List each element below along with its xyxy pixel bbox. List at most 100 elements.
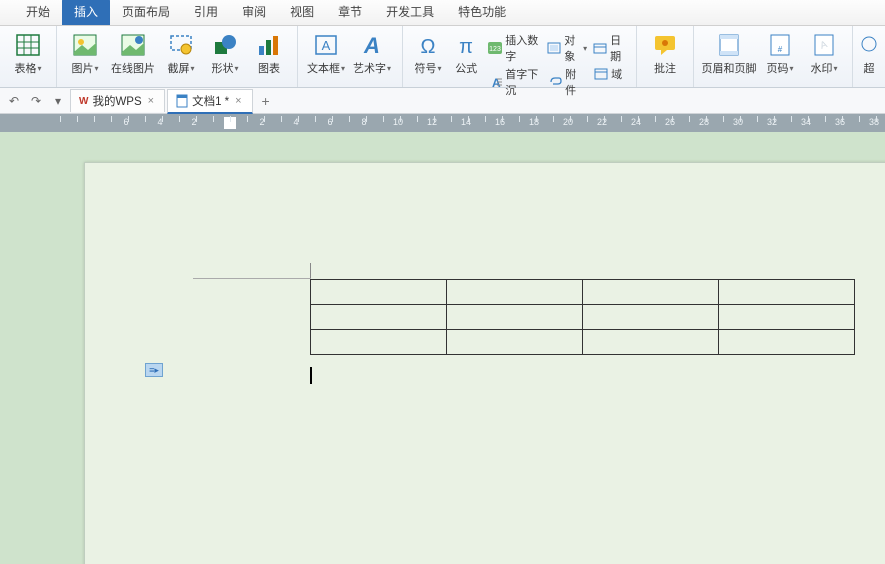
field-label: 域 [611,66,622,82]
chart-icon [256,32,282,58]
chart-label: 图表 [258,60,280,76]
svg-text:123: 123 [489,46,501,53]
more-button[interactable]: 超 [859,30,879,76]
screenshot-icon [168,32,194,58]
table-button[interactable]: 表格▾ [6,30,50,76]
watermark-label: 水印 [810,60,832,76]
chevron-down-icon: ▾ [190,64,194,73]
document-canvas[interactable]: ≡▸ [0,132,885,564]
comment-button[interactable]: 批注 [643,30,687,76]
online-picture-button[interactable]: 在线图片 [107,30,159,76]
chart-button[interactable]: 图表 [247,30,291,76]
textbox-button[interactable]: A 文本框▾ [304,30,348,76]
attachment-button[interactable]: 附件 [544,66,590,98]
menu-tab-view[interactable]: 视图 [278,0,326,25]
paragraph-handle-icon[interactable]: ≡▸ [145,363,163,377]
screenshot-label: 截屏 [167,60,189,76]
symbol-button[interactable]: Ω 符号▾ [409,30,447,76]
table-icon [15,32,41,58]
menu-tab-dev[interactable]: 开发工具 [374,0,446,25]
undo-button[interactable]: ↶ [4,91,24,111]
more-label: 超 [864,60,875,76]
redo-button[interactable]: ↷ [26,91,46,111]
menu-tab-reference[interactable]: 引用 [182,0,230,25]
shape-button[interactable]: 形状▾ [203,30,247,76]
menu-tab-review[interactable]: 审阅 [230,0,278,25]
attachment-label: 附件 [565,66,587,98]
table-row[interactable] [311,280,855,305]
comment-label: 批注 [654,60,676,76]
chevron-down-icon: ▾ [234,64,238,73]
textbox-label: 文本框 [307,60,340,76]
close-icon[interactable]: × [233,95,243,107]
chevron-down-icon: ▾ [833,64,837,73]
menu-tabs: 开始 插入 页面布局 引用 审阅 视图 章节 开发工具 特色功能 [0,0,885,26]
textbox-icon: A [313,32,339,58]
picture-icon [72,32,98,58]
wordart-icon: A [359,32,385,58]
dropcap-button[interactable]: A首字下沉 [485,66,544,98]
wordart-label: 艺术字 [353,60,386,76]
table-row[interactable] [311,330,855,355]
dropdown-button[interactable]: ▾ [48,91,68,111]
svg-text:A: A [322,38,331,53]
table-row[interactable] [311,305,855,330]
doc-tab-mywps[interactable]: W 我的WPS × [70,89,165,112]
chevron-down-icon: ▾ [438,64,442,73]
menu-tab-chapter[interactable]: 章节 [326,0,374,25]
formula-icon: π [453,32,479,58]
date-button[interactable]: 日期 [590,32,630,64]
comment-icon [652,32,678,58]
header-footer-button[interactable]: 页眉和页脚 [700,30,758,76]
formula-button[interactable]: π 公式 [447,30,485,76]
page-number-icon: # [767,32,793,58]
horizontal-ruler[interactable]: 2462468101214161820222426283032343638 [0,114,885,132]
document-page[interactable]: ≡▸ [84,162,885,564]
field-button[interactable]: 域 [590,66,630,82]
watermark-button[interactable]: A 水印▾ [802,30,846,76]
chevron-down-icon: ▾ [341,64,345,73]
page-number-label: 页码 [766,60,788,76]
header-footer-label: 页眉和页脚 [702,60,757,76]
picture-label: 图片 [71,60,93,76]
svg-text:A: A [363,34,380,56]
formula-label: 公式 [455,60,477,76]
shape-icon [212,32,238,58]
number-icon: 123 [488,41,502,56]
doc-tab-doc1-label: 文档1 * [192,93,229,109]
chevron-down-icon: ▾ [37,64,41,73]
object-label: 对象 [564,32,580,64]
close-icon[interactable]: × [146,95,156,107]
doc-tab-doc1[interactable]: 文档1 * × [167,89,253,114]
svg-text:Ω: Ω [421,36,436,56]
object-button[interactable]: 对象▾ [544,32,590,64]
menu-tab-start[interactable]: 开始 [14,0,62,25]
date-label: 日期 [610,32,627,64]
screenshot-button[interactable]: 截屏▾ [159,30,203,76]
new-tab-button[interactable]: + [255,90,277,112]
doc-icon [176,94,188,108]
menu-tab-insert[interactable]: 插入 [62,0,110,25]
page-number-button[interactable]: # 页码▾ [758,30,802,76]
chevron-down-icon: ▾ [583,44,587,53]
picture-button[interactable]: 图片▾ [63,30,107,76]
watermark-icon: A [811,32,837,58]
menu-tab-layout[interactable]: 页面布局 [110,0,182,25]
date-icon [593,41,607,56]
svg-text:π: π [459,36,473,56]
symbol-icon: Ω [415,32,441,58]
document-table[interactable] [310,279,855,355]
ribbon: 表格▾ 图片▾ 在线图片 截屏▾ 形状▾ 图表 A 文本框▾ A [0,26,885,88]
shape-label: 形状 [211,60,233,76]
insert-number-label: 插入数字 [505,32,541,64]
wordart-button[interactable]: A 艺术字▾ [348,30,396,76]
header-footer-icon [716,32,742,58]
dropcap-label: 首字下沉 [505,66,541,98]
menu-tab-special[interactable]: 特色功能 [446,0,518,25]
insert-number-button[interactable]: 123 插入数字 [485,32,544,64]
object-icon [547,41,561,56]
chevron-down-icon: ▾ [94,64,98,73]
chevron-down-icon: ▾ [789,64,793,73]
table-label: 表格 [14,60,36,76]
text-cursor [310,367,312,384]
